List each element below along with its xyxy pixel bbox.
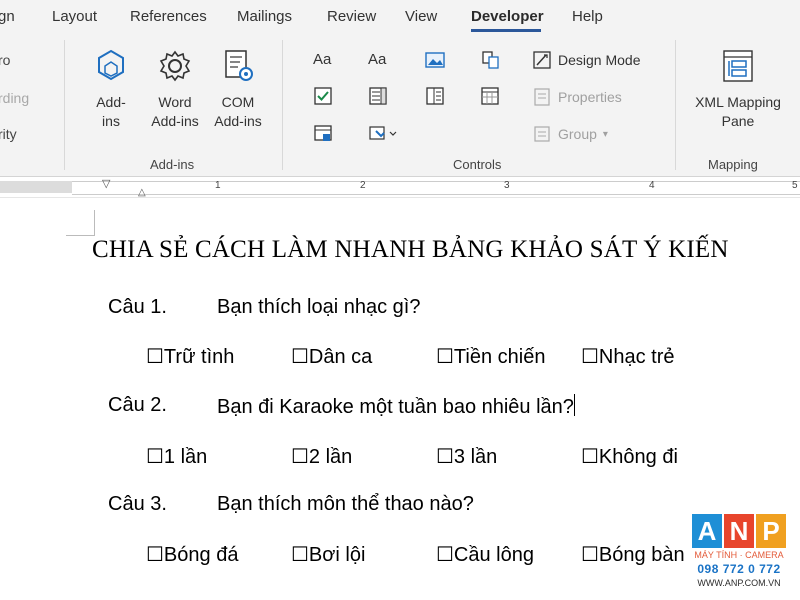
gear-icon	[148, 48, 202, 89]
group-label-addins: Add-ins	[150, 157, 195, 172]
ruler-margin-left	[0, 181, 72, 193]
group-label-mapping: Mapping	[708, 157, 758, 172]
question-number: Câu 1.	[108, 296, 167, 318]
tab-review[interactable]: Review	[327, 8, 376, 25]
ruler-number: 3	[504, 180, 510, 191]
addins-label: Add- ins	[96, 94, 126, 129]
question-text: Bạn đi Karaoke một tuần bao nhiêu lần?	[217, 396, 574, 418]
checkbox-option[interactable]: ☐Bóng đá	[146, 542, 238, 567]
macros-partial[interactable]: ro	[0, 52, 10, 68]
checkbox-option[interactable]: ☐Không đi	[581, 444, 678, 469]
checkbox-option[interactable]: ☐Bóng bàn	[581, 542, 685, 567]
xml-mapping-pane-button[interactable]: XML Mapping Pane	[688, 48, 788, 131]
com-addins-button[interactable]: COM Add-ins	[210, 48, 266, 131]
record-partial: rding	[0, 90, 30, 106]
document-title: CHIA SẺ CÁCH LÀM NHANH BẢNG KHẢO SÁT Ý K…	[92, 236, 729, 263]
hexagons-icon	[86, 48, 136, 89]
ribbon-tab-bar: gn Layout References Mailings Review Vie…	[0, 0, 800, 34]
logo-letter: P	[756, 514, 786, 548]
word-addins-button[interactable]: Word Add-ins	[148, 48, 202, 131]
checkbox-option[interactable]: ☐Dân ca	[291, 344, 372, 369]
logo-website: WWW.ANP.COM.VN	[697, 578, 781, 588]
legacy-tools-icon[interactable]	[312, 123, 334, 143]
checkbox-option[interactable]: ☐2 lần	[291, 444, 352, 469]
group-separator	[64, 40, 65, 170]
properties-icon	[534, 88, 550, 106]
checkbox-option[interactable]: ☐Nhạc trẻ	[581, 344, 675, 369]
date-picker-control-icon[interactable]	[479, 86, 501, 106]
addins-button[interactable]: Add- ins	[86, 48, 136, 131]
hanging-indent-marker-icon[interactable]: △	[138, 187, 146, 198]
margin-corner-mark	[66, 210, 95, 236]
design-mode-icon	[533, 51, 551, 69]
question-text: Bạn thích môn thể thao nào?	[217, 493, 474, 515]
com-addins-label: COM Add-ins	[214, 94, 262, 129]
security-partial[interactable]: rity	[0, 126, 17, 142]
logo-letter: N	[724, 514, 754, 548]
ribbon: ro rding rity Add- ins Word Add-ins COM …	[0, 34, 800, 177]
horizontal-ruler[interactable]: 1 2 3 4 5 ▽ △	[0, 177, 800, 198]
question-text-line: Bạn đi Karaoke một tuần bao nhiêu lần?	[217, 394, 575, 419]
properties-label: Properties	[558, 89, 622, 105]
xml-mapping-icon	[688, 48, 788, 89]
tab-view[interactable]: View	[405, 8, 437, 25]
checkbox-option[interactable]: ☐Trữ tình	[146, 344, 234, 369]
tab-design-partial[interactable]: gn	[0, 8, 15, 25]
building-block-icon[interactable]	[480, 50, 502, 70]
group-label-controls: Controls	[453, 157, 502, 172]
question-text: Bạn thích loại nhạc gì?	[217, 296, 421, 318]
ruler-number: 2	[360, 180, 366, 191]
tab-references[interactable]: References	[130, 8, 207, 25]
plain-text-control-button[interactable]: Aa	[368, 51, 386, 68]
group-icon	[534, 126, 550, 142]
picture-control-icon[interactable]	[424, 50, 446, 70]
legacy-tools-dropdown-icon[interactable]	[367, 123, 403, 143]
checkbox-control-icon[interactable]	[312, 86, 334, 106]
group-separator	[675, 40, 676, 170]
design-mode-label: Design Mode	[558, 52, 641, 68]
ruler-number: 5	[792, 180, 798, 191]
chevron-down-icon: ▾	[602, 128, 608, 140]
group-button[interactable]: Group ▾	[532, 124, 608, 144]
question-number: Câu 3.	[108, 493, 167, 515]
ruler-text-area	[72, 181, 800, 195]
xml-mapping-label: XML Mapping Pane	[695, 94, 781, 129]
tab-layout[interactable]: Layout	[52, 8, 97, 25]
checkbox-option[interactable]: ☐Tiền chiến	[436, 344, 545, 369]
properties-button[interactable]: Properties	[532, 87, 622, 107]
logo-phone: 098 772 0 772	[697, 562, 781, 576]
rich-text-control-button[interactable]: Aa	[313, 51, 331, 68]
tab-developer[interactable]: Developer	[471, 8, 544, 25]
ruler-number: 1	[215, 180, 221, 191]
group-label-text: Group	[558, 126, 597, 142]
dropdown-list-control-icon[interactable]	[424, 86, 446, 106]
group-separator	[282, 40, 283, 170]
text-cursor	[573, 394, 575, 416]
word-addins-label: Word Add-ins	[151, 94, 199, 129]
logo-letter: A	[692, 514, 722, 548]
anp-watermark-logo: A N P MÁY TÍNH · CAMERA 098 772 0 772 WW…	[690, 514, 788, 594]
checkbox-option[interactable]: ☐1 lần	[146, 444, 207, 469]
document-page[interactable]: CHIA SẺ CÁCH LÀM NHANH BẢNG KHẢO SÁT Ý K…	[0, 198, 800, 600]
checkbox-option[interactable]: ☐Cầu lông	[436, 542, 534, 567]
first-line-indent-marker-icon[interactable]: ▽	[102, 177, 110, 190]
checkbox-option[interactable]: ☐3 lần	[436, 444, 497, 469]
document-gear-icon	[210, 48, 266, 89]
active-tab-indicator	[471, 29, 541, 32]
logo-subtitle: MÁY TÍNH · CAMERA	[694, 550, 784, 560]
ruler-number: 4	[649, 180, 655, 191]
question-number: Câu 2.	[108, 394, 167, 416]
combo-box-control-icon[interactable]	[367, 86, 389, 106]
tab-mailings[interactable]: Mailings	[237, 8, 292, 25]
design-mode-button[interactable]: Design Mode	[532, 50, 641, 70]
checkbox-option[interactable]: ☐Bơi lội	[291, 542, 365, 567]
tab-help[interactable]: Help	[572, 8, 603, 25]
